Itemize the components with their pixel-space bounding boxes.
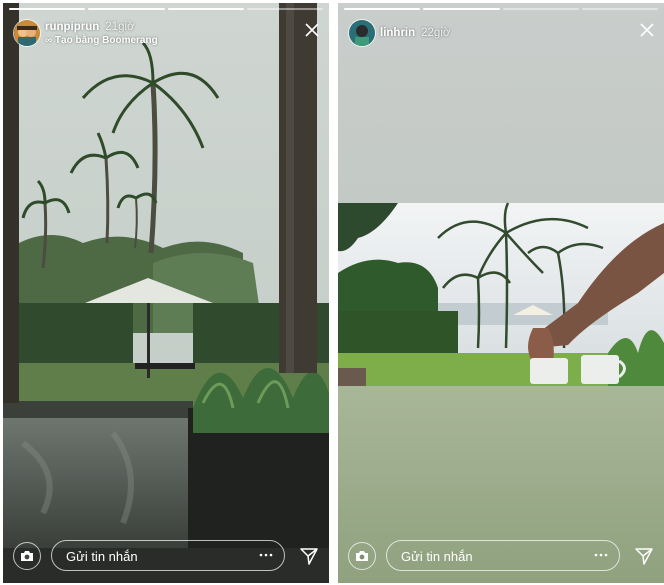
- story-progress-bar: [344, 8, 658, 10]
- progress-segment: [167, 8, 244, 10]
- tropical-garden-photo: [3, 3, 329, 583]
- camera-button[interactable]: [348, 542, 376, 570]
- progress-segment: [423, 8, 500, 10]
- boomerang-label: ∞ Tạo bằng Boomerang: [45, 35, 158, 46]
- send-icon[interactable]: [299, 546, 319, 566]
- more-options-icon[interactable]: [258, 551, 274, 559]
- user-avatar-icon[interactable]: [13, 19, 41, 47]
- message-input[interactable]: [399, 541, 566, 572]
- story-header: linhrin 22giờ: [346, 17, 656, 51]
- username[interactable]: runpiprun: [45, 21, 99, 33]
- username-line: linhrin 22giờ: [380, 27, 450, 39]
- progress-segment: [502, 8, 579, 10]
- progress-segment: [9, 8, 86, 10]
- send-icon[interactable]: [634, 546, 654, 566]
- story-header: runpiprun 21giờ ∞ Tạo bằng Boomerang: [11, 17, 321, 51]
- close-icon[interactable]: [303, 21, 321, 39]
- close-icon[interactable]: [638, 21, 656, 39]
- story-footer: [11, 539, 321, 573]
- story-right[interactable]: linhrin 22giờ: [338, 3, 664, 583]
- post-time: 22giờ: [421, 27, 451, 39]
- resort-coffee-photo: [338, 3, 664, 583]
- progress-segment: [246, 8, 323, 10]
- story-left[interactable]: runpiprun 21giờ ∞ Tạo bằng Boomerang: [3, 3, 329, 583]
- message-input[interactable]: [64, 541, 231, 572]
- camera-icon: [356, 551, 368, 561]
- camera-button[interactable]: [13, 542, 41, 570]
- more-options-icon[interactable]: [593, 551, 609, 559]
- camera-icon: [21, 551, 33, 561]
- story-progress-bar: [9, 8, 323, 10]
- user-avatar-icon[interactable]: [348, 19, 376, 47]
- username[interactable]: linhrin: [380, 27, 415, 39]
- progress-segment: [344, 8, 421, 10]
- message-box: [51, 540, 285, 572]
- message-box: [386, 540, 620, 572]
- progress-segment: [88, 8, 165, 10]
- post-time: 21giờ: [105, 21, 135, 33]
- story-footer: [346, 539, 656, 573]
- username-line: runpiprun 21giờ: [45, 21, 135, 33]
- progress-segment: [581, 8, 658, 10]
